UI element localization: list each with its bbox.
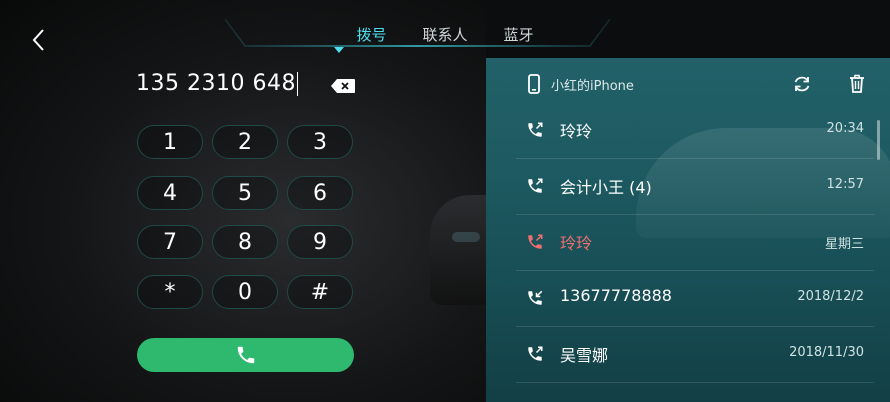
call-log-time: 12:57 [826, 177, 864, 192]
missed-call-icon [528, 234, 543, 249]
key-2[interactable]: 2 [212, 125, 278, 159]
call-log-item[interactable]: 玲玲 星期三 [516, 214, 874, 271]
call-log-name: 玲玲 [560, 234, 593, 253]
key-8[interactable]: 8 [212, 225, 278, 259]
backspace-icon [331, 79, 355, 93]
smartphone-icon [528, 74, 540, 94]
phone-icon [237, 346, 254, 364]
call-log-item[interactable]: 吴雪娜 2018/11/30 [516, 326, 874, 383]
call-log-item[interactable]: 13677778888 2018/12/2 [516, 270, 874, 327]
call-log-time: 2018/11/30 [789, 345, 864, 360]
key-7[interactable]: 7 [137, 225, 203, 259]
text-cursor [296, 72, 298, 96]
outgoing-call-icon [528, 122, 543, 137]
key-hash[interactable]: # [287, 275, 353, 309]
call-log-item[interactable]: 会计小王 (4) 12:57 [516, 158, 874, 215]
chevron-left-icon [32, 29, 44, 51]
key-5[interactable]: 5 [212, 176, 278, 210]
call-log-name: 13677778888 [560, 286, 672, 305]
back-button[interactable] [24, 22, 52, 58]
trash-icon[interactable] [849, 74, 865, 93]
call-log-time: 20:34 [826, 121, 864, 136]
tab-dial[interactable]: 拨号 [356, 22, 386, 48]
refresh-icon[interactable] [792, 74, 812, 94]
backspace-button[interactable] [330, 78, 356, 94]
car-headlight [452, 232, 480, 242]
call-log-scrollbar[interactable] [877, 120, 880, 160]
key-star[interactable]: * [137, 275, 203, 309]
key-9[interactable]: 9 [287, 225, 353, 259]
dial-number-text: 135 2310 648 [136, 71, 296, 96]
tab-contacts[interactable]: 联系人 [422, 22, 467, 48]
incoming-call-icon [528, 290, 543, 305]
key-0[interactable]: 0 [212, 275, 278, 309]
device-name: 小红的iPhone [551, 79, 634, 94]
call-log-name: 会计小王 (4) [560, 178, 652, 197]
call-log-time: 星期三 [824, 237, 864, 252]
outgoing-call-icon [528, 178, 543, 193]
dial-number-display[interactable]: 135 2310 648 [136, 68, 298, 100]
call-log-name: 玲玲 [560, 122, 593, 141]
key-3[interactable]: 3 [287, 125, 353, 159]
call-button[interactable] [137, 338, 354, 372]
call-log-name: 吴雪娜 [560, 346, 609, 365]
key-6[interactable]: 6 [287, 176, 353, 210]
tab-bluetooth[interactable]: 蓝牙 [504, 22, 534, 48]
active-tab-indicator [334, 47, 344, 53]
outgoing-call-icon [528, 346, 543, 361]
key-1[interactable]: 1 [137, 125, 203, 159]
key-4[interactable]: 4 [137, 176, 203, 210]
call-log-item[interactable]: 玲玲 20:34 [516, 102, 874, 159]
call-log-time: 2018/12/2 [797, 289, 864, 304]
call-log-panel: 小红的iPhone 玲玲 20:34 会计小王 (4) 12:57 玲玲 星期三… [486, 58, 890, 402]
tab-bar-frame [225, 18, 610, 47]
